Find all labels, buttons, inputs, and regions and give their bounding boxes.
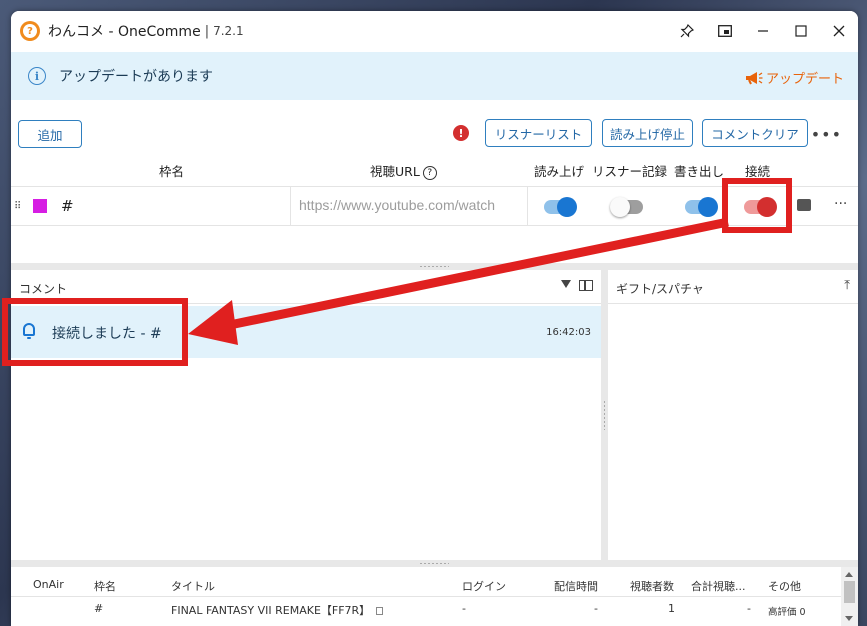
arrow-shaft: [219, 217, 729, 332]
annotation-arrow: [188, 217, 729, 345]
arrow-head: [188, 300, 238, 345]
